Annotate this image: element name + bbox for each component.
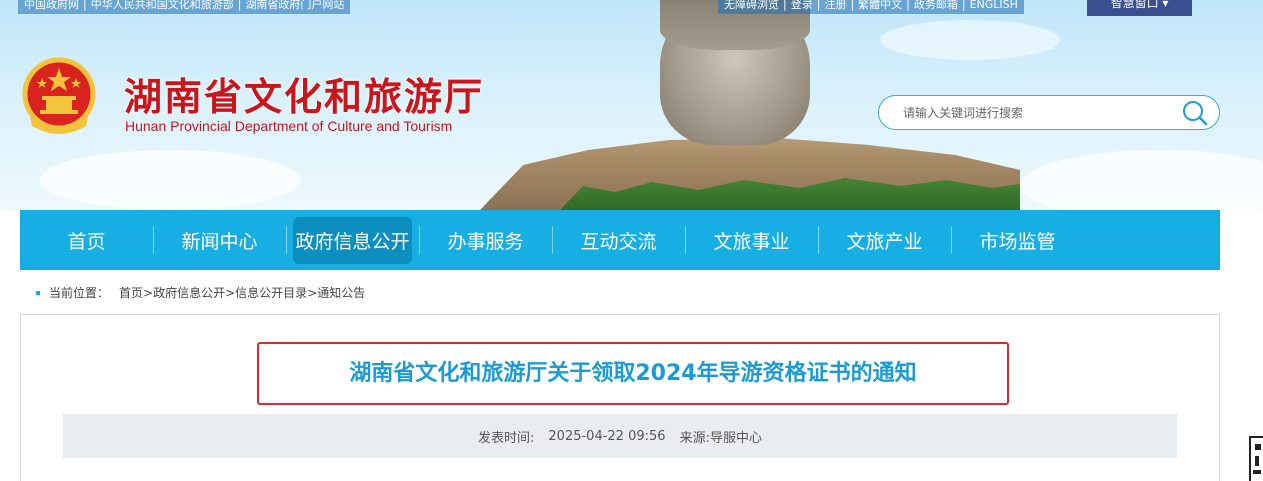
nav-item-market[interactable]: 市场监管 — [951, 210, 1084, 270]
topbar-link-accessibility[interactable]: 无障碍浏览 — [724, 0, 779, 11]
bullet-icon — [36, 290, 40, 295]
site-title: 湖南省文化和旅游厅 — [124, 74, 485, 119]
topbar-left-links: 中国政府网 | 中华人民共和国文化和旅游部 | 湖南省政府门户网站 — [18, 0, 351, 14]
nav-item-culture[interactable]: 文旅事业 — [685, 210, 818, 270]
article-meta: 发表时间: 2025-04-22 09:56 来源: 导服中心 — [63, 414, 1177, 458]
nav-item-news[interactable]: 新闻中心 — [153, 210, 286, 270]
nav-label: 文旅事业 — [713, 230, 790, 253]
cloud-decoration — [880, 20, 1060, 60]
nav-label: 新闻中心 — [181, 230, 258, 253]
national-emblem-icon — [22, 57, 96, 134]
topbar-link-mail[interactable]: 政务邮箱 — [914, 0, 958, 11]
main-nav: 首页 新闻中心 政府信息公开 办事服务 互动交流 文旅事业 文旅产业 市场监管 — [20, 210, 1220, 270]
source-value: 导服中心 — [709, 430, 762, 446]
search-box — [878, 95, 1220, 130]
topbar-link-traditional[interactable]: 繁體中文 — [858, 0, 902, 11]
breadcrumb-separator: > — [143, 285, 154, 300]
search-icon[interactable] — [1181, 99, 1209, 127]
topbar-link-province[interactable]: 湖南省政府门户网站 — [245, 0, 344, 11]
smart-window-label: 智慧窗口 — [1110, 0, 1159, 10]
cloud-decoration — [40, 150, 300, 210]
nav-item-industry[interactable]: 文旅产业 — [818, 210, 951, 270]
breadcrumb-label: 当前位置： — [49, 286, 110, 300]
nav-item-home[interactable]: 首页 — [20, 210, 153, 270]
cloud-decoration — [1020, 150, 1263, 210]
nav-item-interaction[interactable]: 互动交流 — [552, 210, 685, 270]
topbar-link-ministry[interactable]: 中华人民共和国文化和旅游部 — [91, 0, 234, 11]
topbar-link-english[interactable]: ENGLISH — [970, 0, 1018, 11]
nav-label: 办事服务 — [447, 230, 524, 253]
breadcrumb: 当前位置： 首页 > 政府信息公开 > 信息公开目录 > 通知公告 — [36, 284, 365, 301]
nav-label: 市场监管 — [979, 230, 1056, 253]
site-subtitle: Hunan Provincial Department of Culture a… — [125, 118, 453, 134]
breadcrumb-item-notices[interactable]: 通知公告 — [317, 284, 365, 301]
publish-time-label: 发表时间: — [478, 430, 535, 446]
topbar-link-register[interactable]: 注册 — [824, 0, 846, 11]
topbar-right-links: 无障碍浏览 | 登录 | 注册 | 繁體中文 | 政务邮箱 | ENGLISH — [718, 0, 1024, 14]
breadcrumb-item-catalog[interactable]: 信息公开目录 — [235, 284, 307, 301]
nav-item-gov-info[interactable]: 政府信息公开 — [286, 210, 419, 270]
article-title: 湖南省文化和旅游厅关于领取2024年导游资格证书的通知 — [349, 361, 917, 386]
smart-window-button[interactable]: 智慧窗口 ▾ — [1087, 0, 1192, 16]
breadcrumb-separator: > — [307, 285, 318, 300]
topbar-link-gov[interactable]: 中国政府网 — [24, 0, 79, 11]
search-input[interactable] — [903, 102, 1173, 124]
nav-label: 政府信息公开 — [293, 216, 412, 264]
breadcrumb-item-home[interactable]: 首页 — [119, 284, 143, 301]
topbar-link-login[interactable]: 登录 — [791, 0, 813, 11]
nav-label: 文旅产业 — [846, 230, 923, 253]
nav-label: 互动交流 — [580, 230, 657, 253]
nav-label: 首页 — [67, 230, 106, 253]
nav-item-services[interactable]: 办事服务 — [419, 210, 552, 270]
breadcrumb-separator: > — [225, 285, 236, 300]
publish-time: 2025-04-22 09:56 — [548, 428, 666, 444]
breadcrumb-item-gov-info[interactable]: 政府信息公开 — [153, 284, 225, 301]
qr-code-icon — [1249, 436, 1263, 481]
source-label: 来源: — [679, 430, 710, 446]
